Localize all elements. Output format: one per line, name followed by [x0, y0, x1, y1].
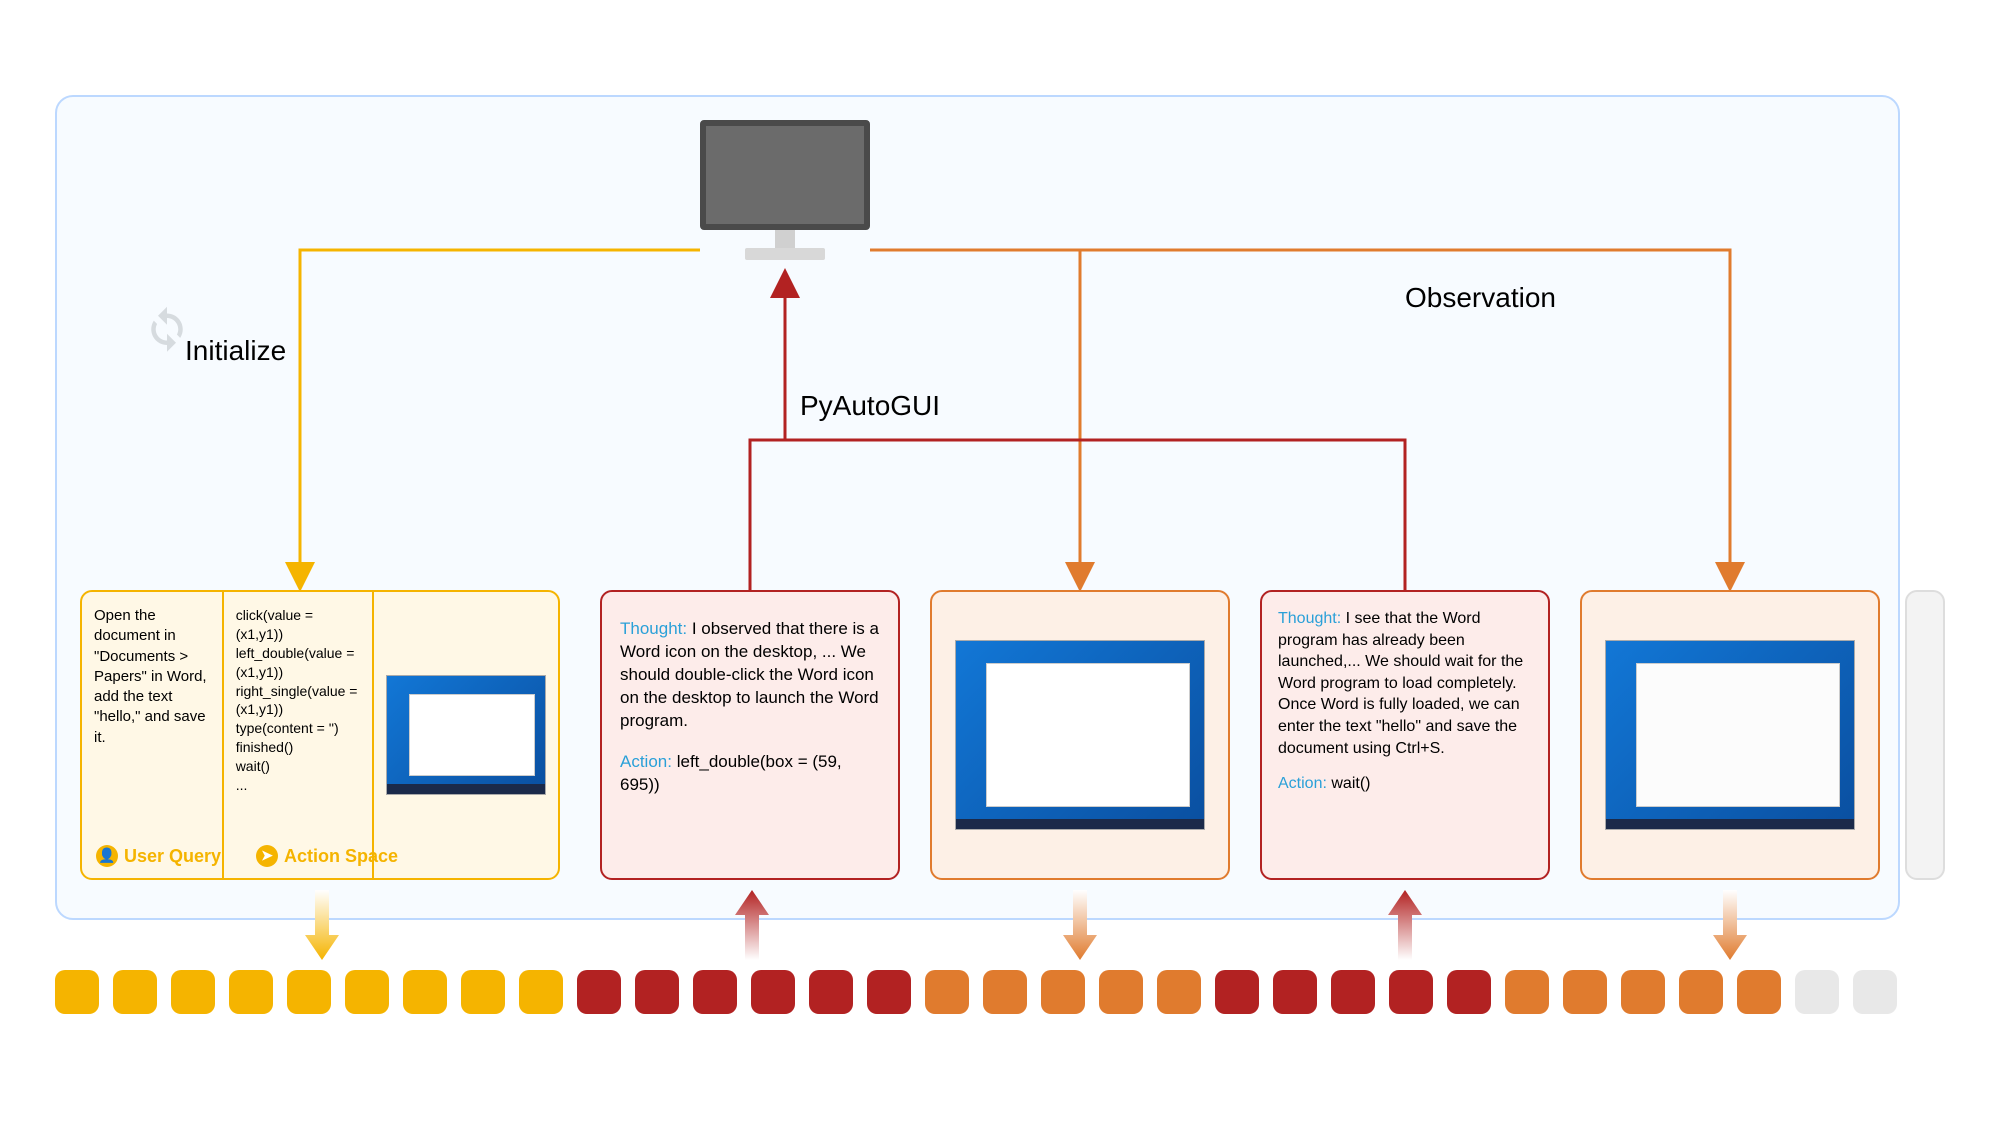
next-card-peek: [1905, 590, 1945, 880]
thought2-text: I see that the Word program has already …: [1278, 610, 1523, 757]
pyautogui-label: PyAutoGUI: [800, 390, 940, 422]
computer-icon: [700, 120, 870, 270]
initialize-label: Initialize: [185, 335, 286, 367]
down-arrow-icon: [305, 890, 339, 960]
token: [1853, 970, 1897, 1014]
action-space-tag: Action Space: [284, 844, 398, 868]
token: [693, 970, 737, 1014]
token: [1737, 970, 1781, 1014]
token: [461, 970, 505, 1014]
token: [1331, 970, 1375, 1014]
token: [1099, 970, 1143, 1014]
token: [1505, 970, 1549, 1014]
token: [1447, 970, 1491, 1014]
action-space-item: ...: [236, 776, 360, 795]
down-arrow-icon: [1713, 890, 1747, 960]
action-label: Action:: [620, 752, 672, 771]
obs2-screenshot: [1605, 640, 1855, 830]
token: [1563, 970, 1607, 1014]
up-arrow-icon: [1388, 890, 1422, 960]
obs1-screenshot: [955, 640, 1205, 830]
token: [809, 970, 853, 1014]
down-arrow-icon: [1063, 890, 1097, 960]
refresh-icon: [140, 300, 194, 354]
token: [519, 970, 563, 1014]
observation-card-2: [1580, 590, 1880, 880]
up-arrow-icon: [735, 890, 769, 960]
thought-card-1: Thought: I observed that there is a Word…: [600, 590, 900, 880]
token: [1621, 970, 1665, 1014]
action-space-item: wait(): [236, 757, 360, 776]
token: [345, 970, 389, 1014]
token: [1157, 970, 1201, 1014]
user-query-text: Open the document in "Documents > Papers…: [94, 606, 210, 748]
action-space-list: click(value = (x1,y1))left_double(value …: [224, 592, 374, 878]
token: [287, 970, 331, 1014]
user-icon: 👤: [96, 845, 118, 867]
token: [1041, 970, 1085, 1014]
action-space-item: finished(): [236, 738, 360, 757]
token: [577, 970, 621, 1014]
token: [113, 970, 157, 1014]
thought-label: Thought:: [1278, 610, 1341, 627]
token: [751, 970, 795, 1014]
thought-card-2: Thought: I see that the Word program has…: [1260, 590, 1550, 880]
token: [1215, 970, 1259, 1014]
token: [229, 970, 273, 1014]
token: [635, 970, 679, 1014]
token-strip: [55, 970, 1897, 1014]
thought-label: Thought:: [620, 619, 687, 638]
initialize-card: Open the document in "Documents > Papers…: [80, 590, 560, 880]
action-space-item: click(value = (x1,y1)): [236, 606, 360, 644]
token: [55, 970, 99, 1014]
action-label: Action:: [1278, 775, 1327, 792]
token: [403, 970, 447, 1014]
cursor-icon: ➤: [256, 845, 278, 867]
action-space-item: type(content = ''): [236, 719, 360, 738]
token: [1273, 970, 1317, 1014]
token: [925, 970, 969, 1014]
token: [1795, 970, 1839, 1014]
token: [867, 970, 911, 1014]
token: [1389, 970, 1433, 1014]
thought2-action: wait(): [1331, 775, 1370, 792]
action-space-item: right_single(value = (x1,y1)): [236, 682, 360, 720]
token: [983, 970, 1027, 1014]
observation-card-1: [930, 590, 1230, 880]
token: [171, 970, 215, 1014]
action-space-item: left_double(value = (x1,y1)): [236, 644, 360, 682]
user-query-tag: User Query: [124, 844, 221, 868]
observation-label: Observation: [1405, 282, 1556, 314]
token: [1679, 970, 1723, 1014]
init-screenshot: [386, 675, 546, 795]
